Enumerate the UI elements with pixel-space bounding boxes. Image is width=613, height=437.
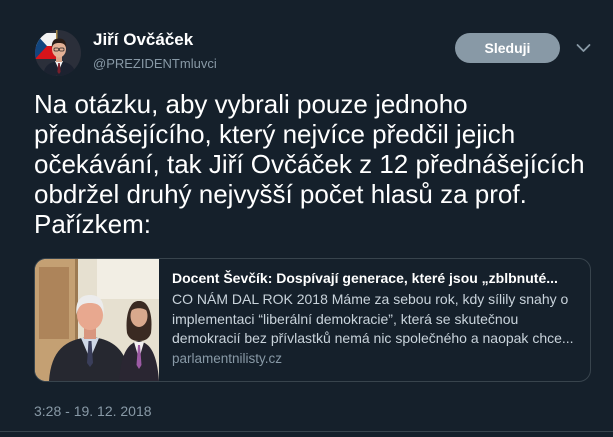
profile-photo-icon <box>35 30 81 76</box>
author-handle[interactable]: @PREZIDENTmluvci <box>93 55 217 73</box>
card-body: Docent Ševčík: Dospívají generace, které… <box>172 259 580 381</box>
card-description-line: implementaci “liberální demokracie”, kte… <box>172 310 519 327</box>
card-description-line: demokracií bez přívlastků nemá nic spole… <box>172 330 574 346</box>
link-card[interactable]: Docent Ševčík: Dospívají generace, které… <box>34 258 591 382</box>
news-photo-icon <box>35 259 159 381</box>
tweet: Jiří Ovčáček @PREZIDENTmluvci Sleduji Na… <box>0 0 613 437</box>
avatar[interactable] <box>35 30 81 76</box>
tweet-text-line: očekávání, tak Jiří Ovčáček z 12 přednáš… <box>34 149 585 179</box>
follow-button[interactable]: Sleduji <box>455 33 560 63</box>
tweet-text: Na otázku, aby vybrali pouze jednoho pře… <box>34 89 609 239</box>
card-description-line: CO NÁM DAL ROK 2018 Máme za sebou rok, k… <box>172 291 569 307</box>
card-title: Docent Ševčík: Dospívají generace, které… <box>172 270 558 286</box>
author-name[interactable]: Jiří Ovčáček <box>93 30 193 50</box>
tweet-text-line: obdržel druhý nejvyšší počet hlasů za pr… <box>34 179 527 209</box>
card-description: CO NÁM DAL ROK 2018 Máme za sebou rok, k… <box>172 290 580 349</box>
timestamp[interactable]: 3:28 - 19. 12. 2018 <box>34 402 152 420</box>
tweet-text-line: Na otázku, aby vybrali pouze jednoho <box>34 89 468 119</box>
chevron-down-icon[interactable] <box>576 43 591 53</box>
tweet-text-line: přednášejícího, který nejvíce předčil je… <box>34 119 516 149</box>
tweet-text-line: Pařízkem: <box>34 209 152 239</box>
divider <box>0 431 613 432</box>
card-domain: parlamentnilisty.cz <box>172 351 283 366</box>
